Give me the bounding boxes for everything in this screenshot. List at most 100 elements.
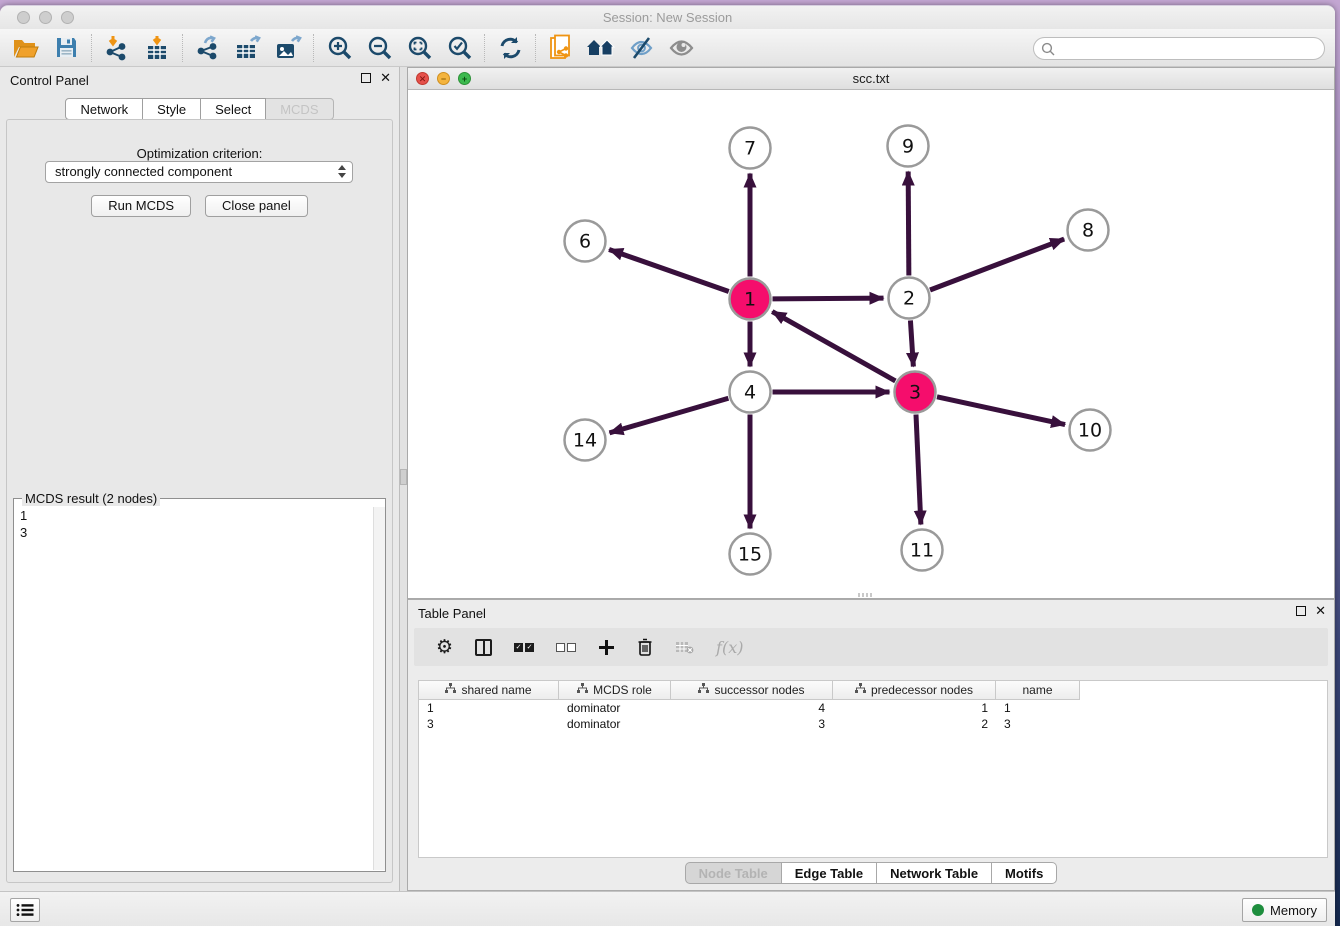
graph-node-label-7: 7 [744, 138, 756, 160]
refresh-icon[interactable] [490, 32, 530, 64]
zoom-fit-icon[interactable] [399, 32, 439, 64]
column-header-label: name [1022, 683, 1052, 697]
search-field [1033, 37, 1325, 60]
close-panel-icon[interactable]: ✕ [380, 73, 391, 83]
graph-node-label-3: 3 [909, 382, 921, 404]
graph-node-label-9: 9 [902, 136, 914, 158]
memory-button[interactable]: Memory [1242, 898, 1327, 922]
panel-splitter[interactable] [400, 67, 407, 891]
tab-motifs[interactable]: Motifs [992, 862, 1057, 884]
zoom-in-icon[interactable] [319, 32, 359, 64]
control-panel: Control Panel ✕ NetworkStyleSelectMCDS O… [0, 67, 400, 891]
delete-table-icon [675, 640, 694, 654]
column-visibility-icon[interactable] [475, 639, 492, 656]
mcds-result-box[interactable]: MCDS result (2 nodes) 1 3 [13, 498, 386, 872]
network-canvas[interactable]: 7968124314101511 [408, 90, 1334, 598]
delete-row-icon[interactable] [637, 638, 653, 656]
graph-edge-2-8[interactable] [930, 239, 1064, 290]
node-table: shared name MCDS rolesuccessor nodes prede… [418, 680, 1328, 858]
home-icon[interactable] [581, 32, 621, 64]
splitter-grip-icon[interactable] [400, 469, 407, 485]
table-cell-shared-name[interactable]: 3 [419, 716, 559, 732]
table-cell-predecessor-nodes[interactable]: 1 [833, 700, 996, 716]
graph-edge-2-3[interactable] [910, 320, 913, 366]
table-header-row: shared name MCDS rolesuccessor nodes prede… [419, 681, 1327, 700]
column-header-label: shared name [461, 683, 531, 697]
column-header-successor-nodes[interactable]: successor nodes [671, 681, 833, 700]
hide-graphics-icon[interactable] [621, 32, 661, 64]
table-cell-MCDS-role[interactable]: dominator [559, 716, 671, 732]
tab-node-table[interactable]: Node Table [685, 862, 782, 884]
column-header-predecessor-nodes[interactable]: predecessor nodes [833, 681, 996, 700]
result-scrollbar[interactable] [373, 507, 385, 870]
export-table-icon[interactable] [228, 32, 268, 64]
column-header-label: predecessor nodes [871, 683, 973, 697]
tab-style[interactable]: Style [143, 98, 201, 120]
mcds-result-values: 1 3 [20, 507, 27, 541]
add-row-icon[interactable] [598, 639, 615, 656]
select-all-icon[interactable]: ✓✓ [514, 643, 534, 652]
close-panel-button[interactable]: Close panel [205, 195, 308, 217]
table-cell-MCDS-role[interactable]: dominator [559, 700, 671, 716]
column-type-icon [577, 683, 588, 697]
show-graphics-icon[interactable] [661, 32, 701, 64]
function-builder-icon: f(x) [716, 638, 743, 657]
column-header-name[interactable]: name [996, 681, 1080, 700]
optimization-criterion-label: Optimization criterion: [7, 146, 392, 161]
control-panel-header: Control Panel ✕ [0, 67, 399, 93]
window-titlebar: Session: New Session [0, 6, 1335, 29]
graph-edge-3-11[interactable] [916, 414, 921, 524]
graph-node-label-15: 15 [738, 544, 762, 566]
table-cell-name[interactable]: 1 [996, 700, 1080, 716]
network-from-file-icon[interactable] [541, 32, 581, 64]
column-header-shared-name[interactable]: shared name [419, 681, 559, 700]
selected-criterion: strongly connected component [55, 164, 232, 179]
zoom-out-icon[interactable] [359, 32, 399, 64]
optimization-criterion-select[interactable]: strongly connected component [45, 161, 353, 183]
network-window-titlebar: ✕ − + scc.txt [408, 68, 1334, 90]
task-history-button[interactable] [10, 898, 40, 922]
open-session-icon[interactable] [6, 32, 46, 64]
table-cell-successor-nodes[interactable]: 3 [671, 716, 833, 732]
graph-node-label-1: 1 [744, 289, 756, 311]
graph-edge-4-14[interactable] [609, 398, 728, 433]
graph-node-label-4: 4 [744, 382, 756, 404]
import-network-icon[interactable] [97, 32, 137, 64]
table-tabs: Node TableEdge TableNetwork TableMotifs [408, 862, 1334, 884]
search-input[interactable] [1055, 42, 1324, 56]
status-bar: Memory [0, 891, 1335, 926]
table-cell-predecessor-nodes[interactable]: 2 [833, 716, 996, 732]
table-cell-shared-name[interactable]: 1 [419, 700, 559, 716]
settings-gear-icon[interactable]: ⚙ [436, 636, 453, 658]
tab-network-table[interactable]: Network Table [877, 862, 992, 884]
zoom-selected-icon[interactable] [439, 32, 479, 64]
mcds-result-title: MCDS result (2 nodes) [22, 491, 160, 506]
tab-select[interactable]: Select [201, 98, 266, 120]
float-panel-icon[interactable] [361, 73, 371, 83]
tab-edge-table[interactable]: Edge Table [782, 862, 877, 884]
table-panel-header: Table Panel ✕ [408, 600, 1334, 626]
table-panel-title: Table Panel [418, 606, 486, 621]
graph-node-label-14: 14 [573, 430, 597, 452]
deselect-all-icon[interactable] [556, 643, 576, 652]
export-network-icon[interactable] [188, 32, 228, 64]
save-session-icon[interactable] [46, 32, 86, 64]
column-type-icon [445, 683, 456, 697]
graph-edge-2-9[interactable] [908, 171, 909, 275]
graph-edge-3-1[interactable] [772, 312, 895, 381]
table-cell-name[interactable]: 3 [996, 716, 1080, 732]
graph-edge-3-10[interactable] [937, 397, 1065, 425]
table-cell-successor-nodes[interactable]: 4 [671, 700, 833, 716]
import-table-icon[interactable] [137, 32, 177, 64]
export-image-icon[interactable] [268, 32, 308, 64]
graph-edge-1-2[interactable] [772, 298, 883, 299]
tab-network[interactable]: Network [65, 98, 143, 120]
close-table-panel-icon[interactable]: ✕ [1315, 606, 1326, 616]
network-resize-grip[interactable] [858, 593, 874, 597]
graph-edge-1-6[interactable] [609, 249, 729, 291]
column-header-MCDS-role[interactable]: MCDS role [559, 681, 671, 700]
run-mcds-button[interactable]: Run MCDS [91, 195, 191, 217]
tab-mcds[interactable]: MCDS [266, 98, 333, 120]
float-table-panel-icon[interactable] [1296, 606, 1306, 616]
control-panel-title: Control Panel [10, 73, 89, 88]
